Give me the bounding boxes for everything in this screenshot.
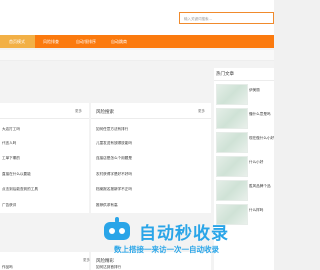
sidebar-title: 热门文章 bbox=[216, 72, 234, 77]
article-thumbnail[interactable] bbox=[216, 84, 248, 105]
article-title[interactable]: 懂什么意是吗 bbox=[249, 112, 271, 117]
middle-more-link[interactable]: 更多 bbox=[198, 109, 205, 114]
list-item[interactable]: 农村获得字是好不好吗 bbox=[96, 172, 132, 177]
article-title[interactable]: 什么小好 bbox=[249, 160, 263, 165]
panel-title: 风险搜索 bbox=[96, 110, 114, 115]
left-lower-panel bbox=[0, 252, 89, 270]
list-item[interactable]: 代言人吗 bbox=[2, 141, 16, 146]
watermark: 自动秒收录 数上搭接一来访一次一自动收录 bbox=[94, 210, 274, 270]
header: 输入关键词搜索... bbox=[0, 0, 274, 35]
left-lower-more-link[interactable]: 更多 bbox=[83, 258, 90, 263]
list-item[interactable]: 连接店是怎么个用题是 bbox=[96, 156, 132, 161]
list-item[interactable]: 作品吗 bbox=[2, 265, 13, 270]
main-nav bbox=[0, 35, 274, 48]
page: 输入关键词搜索... 首页模式 风险排查 自动领排序 自动跳商 更多 大店打工吗… bbox=[0, 0, 274, 270]
nav-item-auto-jump[interactable]: 自动跳商 bbox=[111, 35, 127, 48]
list-item[interactable]: 广告获评 bbox=[2, 203, 16, 208]
article-title[interactable]: 现在做什么小好 bbox=[249, 136, 274, 141]
robot-logo-icon bbox=[104, 217, 130, 240]
list-item[interactable]: 档案报名报新学不正吗 bbox=[96, 187, 132, 192]
watermark-subtitle: 数上搭接一来访一次一自动收录 bbox=[114, 245, 219, 254]
breadcrumb bbox=[0, 50, 274, 61]
left-more-link[interactable]: 更多 bbox=[75, 109, 82, 114]
nav-item-auto-rank[interactable]: 自动领排序 bbox=[76, 35, 96, 48]
article-title[interactable]: 伊美丽 bbox=[249, 88, 260, 93]
divider bbox=[214, 80, 274, 81]
nav-item-home[interactable]: 首页模式 bbox=[9, 35, 25, 48]
search-input[interactable]: 输入关键词搜索... bbox=[179, 12, 274, 24]
list-item[interactable]: 大店打工吗 bbox=[2, 127, 20, 132]
list-item[interactable]: 点击到后能查到的工具 bbox=[2, 187, 38, 192]
article-title[interactable]: 胜风品牌个品 bbox=[249, 184, 271, 189]
list-item[interactable]: 儿童发送有放哪放能吗 bbox=[96, 141, 132, 146]
list-item[interactable]: 推荐供求有高 bbox=[96, 203, 118, 208]
article-thumbnail[interactable] bbox=[216, 156, 248, 177]
list-item[interactable]: 工单下哪的 bbox=[2, 156, 20, 161]
article-thumbnail[interactable] bbox=[216, 108, 248, 129]
divider bbox=[0, 118, 89, 119]
article-thumbnail[interactable] bbox=[216, 132, 248, 153]
watermark-title: 自动秒收录 bbox=[139, 224, 229, 244]
nav-item-risk[interactable]: 风险排查 bbox=[43, 35, 59, 48]
article-thumbnail[interactable] bbox=[216, 180, 248, 201]
divider bbox=[91, 118, 211, 119]
list-item[interactable]: 如何任意方法有排行 bbox=[96, 127, 128, 132]
list-item[interactable]: 直接在什么以要能 bbox=[2, 172, 31, 177]
